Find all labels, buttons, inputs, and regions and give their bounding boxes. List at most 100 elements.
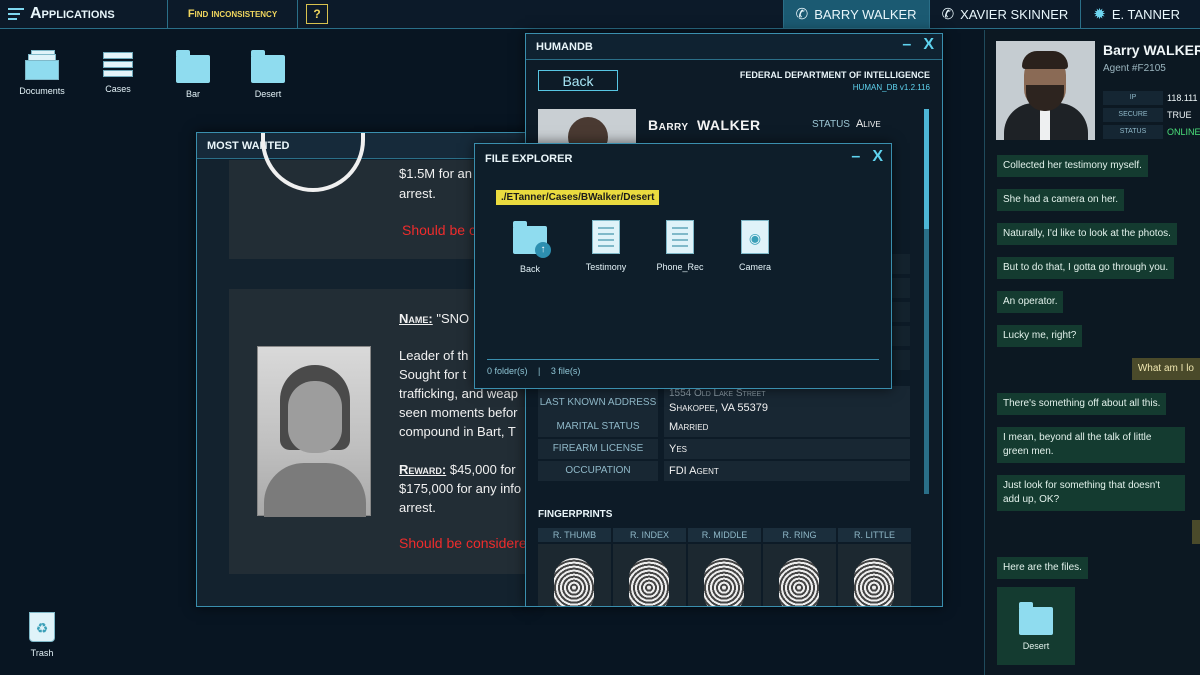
desktop-icon-label: Cases xyxy=(105,84,131,94)
description-line: compound in Bart, T xyxy=(399,424,516,439)
description-line: Leader of th xyxy=(399,348,469,363)
field-label: LAST KNOWN ADDRESS xyxy=(538,386,658,420)
info-key: IP xyxy=(1103,91,1163,105)
folder-count: 0 folder(s) xyxy=(487,366,528,376)
phone-icon: ✆ xyxy=(941,6,955,23)
window-controls: – X xyxy=(839,148,883,166)
minimize-icon[interactable]: – xyxy=(902,36,911,53)
desktop-icon-documents[interactable]: Documents xyxy=(10,50,74,96)
fingerprint-image xyxy=(838,544,911,606)
chat-attachment-desert[interactable]: Desert xyxy=(997,587,1075,665)
attachment-label: Desert xyxy=(1022,641,1050,651)
fingerprint-image xyxy=(688,544,761,606)
reward-line: Reward: $45,000 for xyxy=(399,460,516,479)
finger-label: R. MIDDLE xyxy=(688,528,761,542)
window-title: HUMANDB xyxy=(526,34,942,60)
window-controls: – X xyxy=(890,36,934,54)
info-key: SECURE xyxy=(1103,108,1163,122)
contact-tab-xavier-skinner[interactable]: ✆ XAVIER SKINNER xyxy=(928,0,1081,28)
info-value: TRUE xyxy=(1167,110,1192,120)
info-value: 118.111 xyxy=(1167,93,1198,103)
file-item-camera[interactable]: ◉ Camera xyxy=(723,220,787,272)
description-line: seen moments befor xyxy=(399,405,518,420)
field-label: MARITAL STATUS xyxy=(538,417,658,437)
subject-name: Barry WALKER xyxy=(648,117,761,133)
chat-message: Lucky me, right? xyxy=(997,325,1083,347)
file-explorer-window[interactable]: FILE EXPLORER – X ./ETanner/Cases/BWalker… xyxy=(474,143,892,389)
separator: | xyxy=(538,366,541,376)
reward-text: $1.5M for an xyxy=(399,166,472,181)
info-row: IP 118.111 xyxy=(1103,91,1200,105)
desktop-icon-desert[interactable]: Desert xyxy=(236,50,300,99)
field-value: 1554 Old Lake Street Shakopee, VA 55379 xyxy=(664,386,910,420)
camera-icon: ◉ xyxy=(741,220,769,254)
name-line: Name: "SNO xyxy=(399,309,469,328)
desktop-icon-label: Trash xyxy=(30,648,54,658)
file-label: Camera xyxy=(738,262,771,272)
description-line: Sought for t xyxy=(399,367,467,382)
chat-message-user: What am I lo xyxy=(1131,358,1200,380)
path-breadcrumb: ./ETanner/Cases/BWalker/Desert xyxy=(496,190,660,205)
mugshot-photo xyxy=(257,346,371,517)
find-inconsistency-button[interactable]: Find inconsistency xyxy=(168,0,298,28)
menu-icon xyxy=(8,5,24,23)
scrollbar[interactable] xyxy=(924,109,929,494)
info-row: SECURE TRUE xyxy=(1103,108,1200,122)
minimize-icon[interactable]: – xyxy=(851,148,860,165)
first-name: Barry xyxy=(648,117,689,133)
trash-icon: ♻ xyxy=(29,612,55,642)
contact-name: Barry WALKER xyxy=(1103,42,1200,58)
help-button[interactable]: ? xyxy=(306,4,328,24)
top-bar: Applications Find inconsistency ? ✆ BARR… xyxy=(0,0,1200,29)
applications-label: Applications xyxy=(30,5,115,22)
name-value: "SNO xyxy=(436,311,470,326)
divider xyxy=(487,359,879,360)
info-key: STATUS xyxy=(1103,125,1163,139)
desktop-icon-label: Documents xyxy=(19,86,65,96)
close-icon[interactable]: X xyxy=(923,36,934,53)
agency-name: FEDERAL DEPARTMENT OF INTELLIGENCE xyxy=(739,70,930,80)
reward-text: arrest. xyxy=(399,186,436,201)
desktop-icon-trash[interactable]: ♻ Trash xyxy=(10,612,74,658)
desktop-icon-cases[interactable]: Cases xyxy=(86,50,150,94)
chat-panel: Barry WALKER Agent #F2105 IP 118.111 SEC… xyxy=(984,30,1200,675)
chat-message: An operator. xyxy=(997,291,1064,313)
warning-text: Should be considere xyxy=(399,535,527,551)
user-tab-e-tanner[interactable]: ✹ E. TANNER xyxy=(1080,0,1200,28)
chat-message: Just look for something that doesn't add… xyxy=(997,475,1185,511)
field-value: Yes xyxy=(664,439,910,459)
contact-tab-barry-walker[interactable]: ✆ BARRY WALKER xyxy=(782,0,929,28)
file-item-back[interactable]: ↑ Back xyxy=(498,220,562,274)
chat-message: Collected her testimony myself. xyxy=(997,155,1148,177)
folder-icon xyxy=(1019,602,1053,635)
info-value: ONLINE xyxy=(1167,127,1200,137)
file-count: 0 folder(s) | 3 file(s) xyxy=(487,366,580,376)
field-label: FIREARM LICENSE xyxy=(538,439,658,459)
status-value: Alive xyxy=(855,118,881,130)
status-field: STATUS Alive xyxy=(812,118,881,130)
close-icon[interactable]: X xyxy=(872,148,883,165)
chat-message: I mean, beyond all the talk of little gr… xyxy=(997,427,1185,463)
gear-icon: ✹ xyxy=(1093,6,1106,23)
desktop-icon-bar[interactable]: Bar xyxy=(161,50,225,99)
cases-icon xyxy=(101,50,135,78)
warning-text: Should be c xyxy=(402,222,476,238)
file-item-phone-rec[interactable]: Phone_Rec xyxy=(648,220,712,272)
document-icon xyxy=(592,220,620,254)
contact-avatar xyxy=(996,41,1095,140)
fingerprint-image xyxy=(538,544,611,606)
finger-label: R. RING xyxy=(763,528,836,542)
folder-icon xyxy=(176,50,210,83)
badge-ring xyxy=(261,133,365,192)
chat-message: Naturally, I'd like to look at the photo… xyxy=(997,223,1177,245)
db-version: HUMAN_DB v1.2.116 xyxy=(852,83,930,92)
reward-value: $45,000 for xyxy=(449,462,516,477)
applications-button[interactable]: Applications xyxy=(0,0,168,28)
back-button[interactable]: Back xyxy=(538,70,618,91)
info-row: STATUS ONLINE xyxy=(1103,125,1200,139)
field-label: OCCUPATION xyxy=(538,461,658,481)
field-value: Married xyxy=(664,417,910,437)
file-item-testimony[interactable]: Testimony xyxy=(574,220,638,272)
field-value: FDI Agent xyxy=(664,461,910,481)
desktop-icon-label: Desert xyxy=(254,89,282,99)
